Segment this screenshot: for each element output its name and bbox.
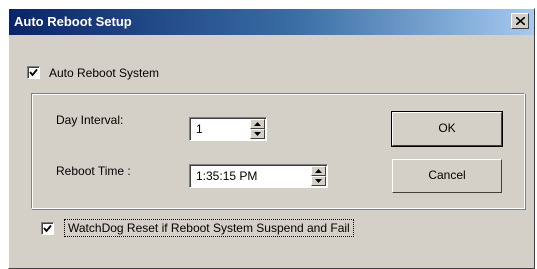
close-icon	[516, 17, 525, 25]
auto-reboot-dialog: Auto Reboot Setup Auto Reboot System Day…	[8, 8, 535, 269]
spin-down-icon	[315, 179, 322, 183]
auto-reboot-checkbox[interactable]	[27, 66, 40, 79]
reboot-time-down-button[interactable]	[311, 176, 326, 186]
day-interval-input[interactable]	[196, 122, 256, 136]
reboot-time-spinner[interactable]	[189, 164, 328, 188]
check-icon	[29, 68, 38, 77]
auto-reboot-label[interactable]: Auto Reboot System	[49, 66, 159, 80]
spin-up-icon	[254, 122, 261, 126]
title-bar[interactable]: Auto Reboot Setup	[9, 9, 534, 35]
day-interval-spinner[interactable]	[189, 117, 267, 141]
reboot-time-input[interactable]	[196, 169, 306, 183]
close-button[interactable]	[511, 13, 529, 29]
check-icon	[43, 224, 52, 233]
spin-down-icon	[254, 132, 261, 136]
watchdog-checkbox[interactable]	[41, 222, 54, 235]
day-interval-label: Day Interval:	[56, 113, 124, 127]
day-interval-up-button[interactable]	[250, 119, 265, 129]
day-interval-down-button[interactable]	[250, 129, 265, 139]
cancel-button[interactable]: Cancel	[392, 159, 502, 193]
reboot-time-label: Reboot Time :	[56, 164, 131, 178]
reboot-time-up-button[interactable]	[311, 166, 326, 176]
ok-button[interactable]: OK	[391, 111, 503, 147]
window-title: Auto Reboot Setup	[14, 14, 132, 29]
spin-up-icon	[315, 169, 322, 173]
watchdog-label[interactable]: WatchDog Reset if Reboot System Suspend …	[64, 219, 354, 237]
